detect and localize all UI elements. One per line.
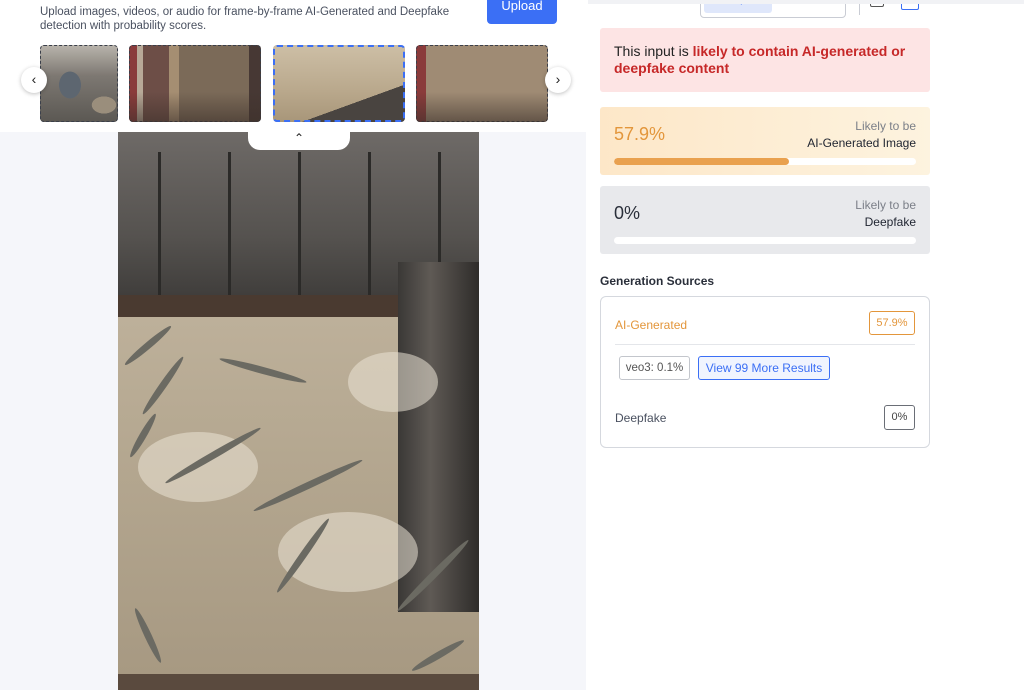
generation-sources-box: AI-Generated 57.9% veo3: 0.1% View 99 Mo… [600, 296, 930, 448]
source-deepfake-label: Deepfake [615, 411, 667, 425]
source-deepfake-value-badge: 0% [884, 405, 915, 430]
carousel-prev-button[interactable]: ‹ [21, 67, 47, 93]
chevron-right-icon: › [555, 71, 561, 87]
generation-sources-title: Generation Sources [600, 274, 715, 288]
chevron-up-icon: ⌃ [293, 131, 305, 145]
frame-thumbnail-1[interactable] [40, 45, 118, 122]
ai-likely-label: Likely to be [855, 119, 916, 133]
frame-thumbnail-2[interactable] [129, 45, 261, 122]
deepfake-score-card: 0% Likely to be Deepfake [600, 186, 930, 254]
deepfake-progress-bar [614, 237, 916, 244]
collapse-carousel-button[interactable]: ⌃ [248, 128, 350, 150]
ai-kind-label: AI-Generated Image [807, 136, 916, 150]
sources-divider [615, 344, 915, 345]
results-panel: Results Simple JSON This input is likely… [588, 0, 1024, 690]
frame-thumbnail-3-selected[interactable] [273, 45, 405, 122]
ai-generated-score-card: 57.9% Likely to be AI-Generated Image [600, 107, 930, 175]
source-chip-veo3: veo3: 0.1% [619, 356, 690, 380]
deepfake-kind-label: Deepfake [864, 215, 916, 229]
source-ai-value-badge: 57.9% [869, 311, 915, 335]
frame-preview-image [118, 132, 479, 690]
source-ai-label: AI-Generated [615, 318, 688, 332]
media-panel: Upload images, videos, or audio for fram… [0, 0, 586, 690]
chevron-left-icon: ‹ [31, 71, 37, 87]
result-alert: This input is likely to contain AI-gener… [600, 28, 930, 92]
carousel-next-button[interactable]: › [545, 67, 571, 93]
deepfake-likely-label: Likely to be [855, 198, 916, 212]
upload-button[interactable]: Upload [487, 0, 557, 24]
header-divider [588, 0, 1024, 4]
upload-header: Upload images, videos, or audio for fram… [0, 0, 586, 132]
ai-progress-bar [614, 158, 916, 165]
alert-prefix: This input is [614, 43, 693, 59]
deepfake-percent: 0% [614, 203, 641, 223]
upload-description: Upload images, videos, or audio for fram… [40, 6, 450, 32]
ai-progress-fill [614, 158, 789, 165]
view-more-results-button[interactable]: View 99 More Results [698, 356, 830, 380]
frame-thumbnail-4[interactable] [416, 45, 548, 122]
ai-generated-percent: 57.9% [614, 124, 666, 144]
